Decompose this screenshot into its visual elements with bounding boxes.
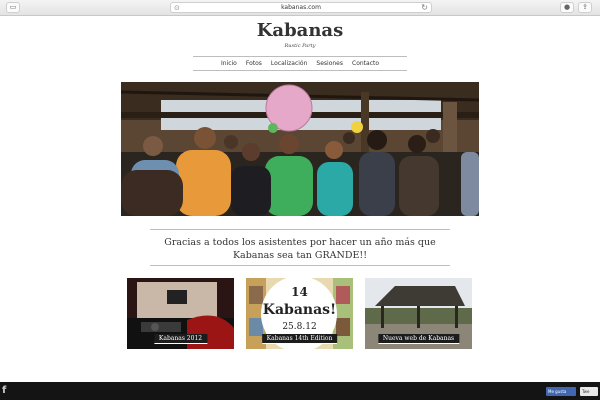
address-bar[interactable]: ⊙ kabanas.com ↻ — [170, 2, 432, 13]
thumbnail-caption[interactable]: Kabanas 2012 — [153, 334, 208, 344]
nav-item-inicio[interactable]: Inicio — [221, 58, 237, 69]
thumbnail-kabanas-14th[interactable]: 14 Kabanas! 25.8.12 Kabanas 14th Edition — [246, 278, 353, 349]
share-icon[interactable]: ⇪ — [578, 2, 592, 13]
site-subtitle: Rustic Party — [284, 43, 316, 49]
poster-number: 14 — [291, 285, 308, 299]
facebook-like-button[interactable]: Me gusta — [546, 387, 576, 396]
party-crowd-illustration — [121, 82, 479, 216]
message-divider-top — [150, 229, 450, 230]
nav-divider-bottom — [193, 70, 407, 71]
social-bar: f Me gusta Twe — [0, 382, 600, 400]
nav-item-fotos[interactable]: Fotos — [246, 58, 262, 69]
poster-date: 25.8.12 — [282, 322, 317, 332]
nav-item-sesiones[interactable]: Sesiones — [316, 58, 343, 69]
site-title[interactable]: Kabanas — [0, 20, 600, 41]
browser-toolbar: ▭ ⊙ kabanas.com ↻ ● ⇪ — [0, 0, 600, 16]
tweet-button[interactable]: Twe — [580, 387, 598, 396]
reload-icon[interactable]: ↻ — [421, 3, 428, 12]
thanks-message: Gracias a todos los asistentes por hacer… — [164, 237, 436, 261]
thumbnail-caption[interactable]: Nueva web de Kabanas — [377, 334, 460, 344]
message-divider-bottom — [150, 265, 450, 266]
facebook-icon[interactable]: f — [2, 385, 6, 396]
nav-item-contacto[interactable]: Contacto — [352, 58, 379, 69]
nav-divider-top — [193, 56, 407, 57]
thumbnail-caption[interactable]: Kabanas 14th Edition — [261, 334, 338, 344]
thumbnail-kabanas-2012[interactable]: Kabanas 2012 — [127, 278, 234, 349]
sidebar-toggle-button[interactable]: ▭ — [6, 2, 20, 13]
main-nav: Inicio Fotos Localización Sesiones Conta… — [193, 58, 407, 69]
nav-item-localizacion[interactable]: Localización — [271, 58, 307, 69]
hero-photo — [121, 82, 479, 216]
thumbnail-nueva-web[interactable]: Nueva web de Kabanas — [365, 278, 472, 349]
extension-icon[interactable]: ● — [560, 2, 574, 13]
address-bar-url: kabanas.com — [281, 4, 321, 11]
poster-title: Kabanas! — [262, 302, 337, 318]
